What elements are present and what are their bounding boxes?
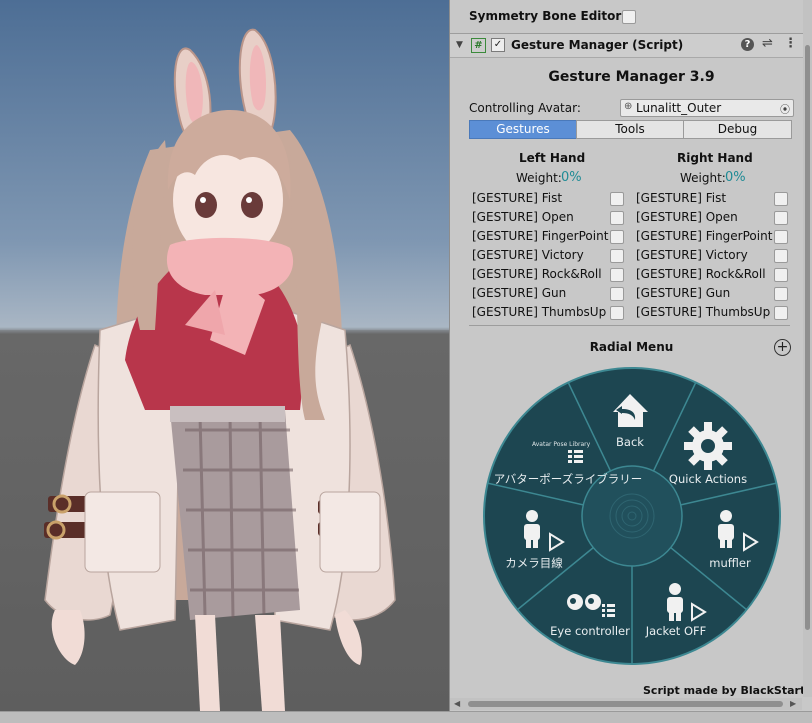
avatar-render <box>0 28 449 711</box>
right-hand-title: Right Hand <box>677 151 753 165</box>
component-title: Gesture Manager (Script) <box>511 38 684 52</box>
gesture-label: [GESTURE] Fist <box>636 191 727 205</box>
gesture-checkbox[interactable] <box>610 230 624 244</box>
radial-label-jacket-off: Jacket OFF <box>645 624 707 638</box>
gear-icon <box>684 422 732 470</box>
check-icon[interactable]: ✓ <box>491 38 505 52</box>
vertical-scroll-thumb[interactable] <box>805 45 810 630</box>
left-weight-value: 0% <box>561 170 582 185</box>
gesture-checkbox[interactable] <box>774 192 788 206</box>
more-icon[interactable]: ⋮ <box>784 36 797 51</box>
gesture-checkbox[interactable] <box>610 192 624 206</box>
gesture-label: [GESTURE] Gun <box>472 286 567 300</box>
hash-icon: # <box>471 38 486 53</box>
gesture-label: [GESTURE] Fist <box>472 191 563 205</box>
scroll-left-icon[interactable]: ◀ <box>454 699 460 708</box>
gesture-checkbox[interactable] <box>774 230 788 244</box>
gesture-label: [GESTURE] Gun <box>636 286 731 300</box>
radial-label-back: Back <box>616 435 644 449</box>
radial-menu[interactable]: Back Quick Actions Avatar Pose Library ア… <box>482 366 782 666</box>
vertical-scrollbar[interactable] <box>803 0 812 697</box>
gesture-checkbox[interactable] <box>610 211 624 225</box>
radial-label-eye-controller: Eye controller <box>550 624 630 638</box>
horizontal-scroll-thumb[interactable] <box>468 701 783 707</box>
avatar-name: Lunalitt_Outer <box>636 101 722 115</box>
foldout-arrow-icon[interactable]: ▼ <box>456 40 463 50</box>
gesture-checkbox[interactable] <box>774 249 788 263</box>
inspector-panel: Symmetry Bone Editor ▼ # ✓ Gesture Manag… <box>449 0 812 711</box>
plus-circle-icon[interactable]: + <box>774 339 791 356</box>
tab-gestures[interactable]: Gestures <box>469 120 577 139</box>
gesture-checkbox[interactable] <box>610 287 624 301</box>
left-hand-title: Left Hand <box>519 151 586 165</box>
gesture-checkbox[interactable] <box>610 268 624 282</box>
pose-library-logo: Avatar Pose Library <box>532 441 591 448</box>
radial-label-quick-actions: Quick Actions <box>669 472 747 486</box>
controlling-avatar-label: Controlling Avatar: <box>469 101 581 115</box>
gesture-label: [GESTURE] Rock&Roll <box>636 267 766 281</box>
help-icon[interactable]: ? <box>741 38 754 51</box>
radial-label-muffler: muffler <box>709 556 751 570</box>
gesture-checkbox[interactable] <box>610 306 624 320</box>
gesture-label: [GESTURE] ThumbsUp <box>472 305 607 319</box>
gesture-label: [GESTURE] Victory <box>636 248 748 262</box>
symmetry-bone-editor-label: Symmetry Bone Editor <box>469 9 622 23</box>
radial-label-camera: カメラ目線 <box>505 556 563 570</box>
gesture-checkbox[interactable] <box>610 249 624 263</box>
radial-menu-title: Radial Menu <box>589 340 674 354</box>
radial-label-pose-library: アバターポーズライブラリー <box>494 472 642 486</box>
symmetry-toggle[interactable] <box>622 10 636 24</box>
gesture-checkbox[interactable] <box>774 287 788 301</box>
gesture-label: [GESTURE] Victory <box>472 248 584 262</box>
horizontal-scrollbar[interactable]: ◀ ▶ <box>450 698 802 710</box>
scroll-right-icon[interactable]: ▶ <box>790 699 796 708</box>
tab-tools[interactable]: Tools <box>576 120 684 139</box>
gesture-checkbox[interactable] <box>774 268 788 282</box>
avatar-object-field[interactable]: ⊕ Lunalitt_Outer ⦿ <box>620 99 794 117</box>
list-icon <box>602 604 615 617</box>
right-weight-label: Weight: <box>680 171 726 185</box>
gesture-checkbox[interactable] <box>774 211 788 225</box>
gesture-label: [GESTURE] FingerPoint <box>472 229 609 243</box>
tab-debug[interactable]: Debug <box>683 120 792 139</box>
gesture-label: [GESTURE] ThumbsUp <box>636 305 771 319</box>
status-bar <box>0 711 812 723</box>
component-header[interactable]: ▼ # ✓ Gesture Manager (Script) ? ⇌ ⋮ <box>450 34 812 58</box>
credit-text: Script made by BlackStartx <box>643 684 812 697</box>
scene-view[interactable] <box>0 0 449 711</box>
gesture-label: [GESTURE] Rock&Roll <box>472 267 602 281</box>
gesture-label: [GESTURE] Open <box>472 210 574 224</box>
left-weight-label: Weight: <box>516 171 562 185</box>
right-weight-value: 0% <box>725 170 746 185</box>
object-picker-icon[interactable]: ⦿ <box>780 101 790 116</box>
gesture-label: [GESTURE] FingerPoint <box>636 229 773 243</box>
avatar-object-icon: ⊕ <box>624 101 633 112</box>
gesture-label: [GESTURE] Open <box>636 210 738 224</box>
sliders-icon[interactable]: ⇌ <box>762 36 773 51</box>
gesture-checkbox[interactable] <box>774 306 788 320</box>
list-icon <box>568 450 583 463</box>
page-title: Gesture Manager 3.9 <box>548 69 715 85</box>
divider <box>469 325 790 326</box>
